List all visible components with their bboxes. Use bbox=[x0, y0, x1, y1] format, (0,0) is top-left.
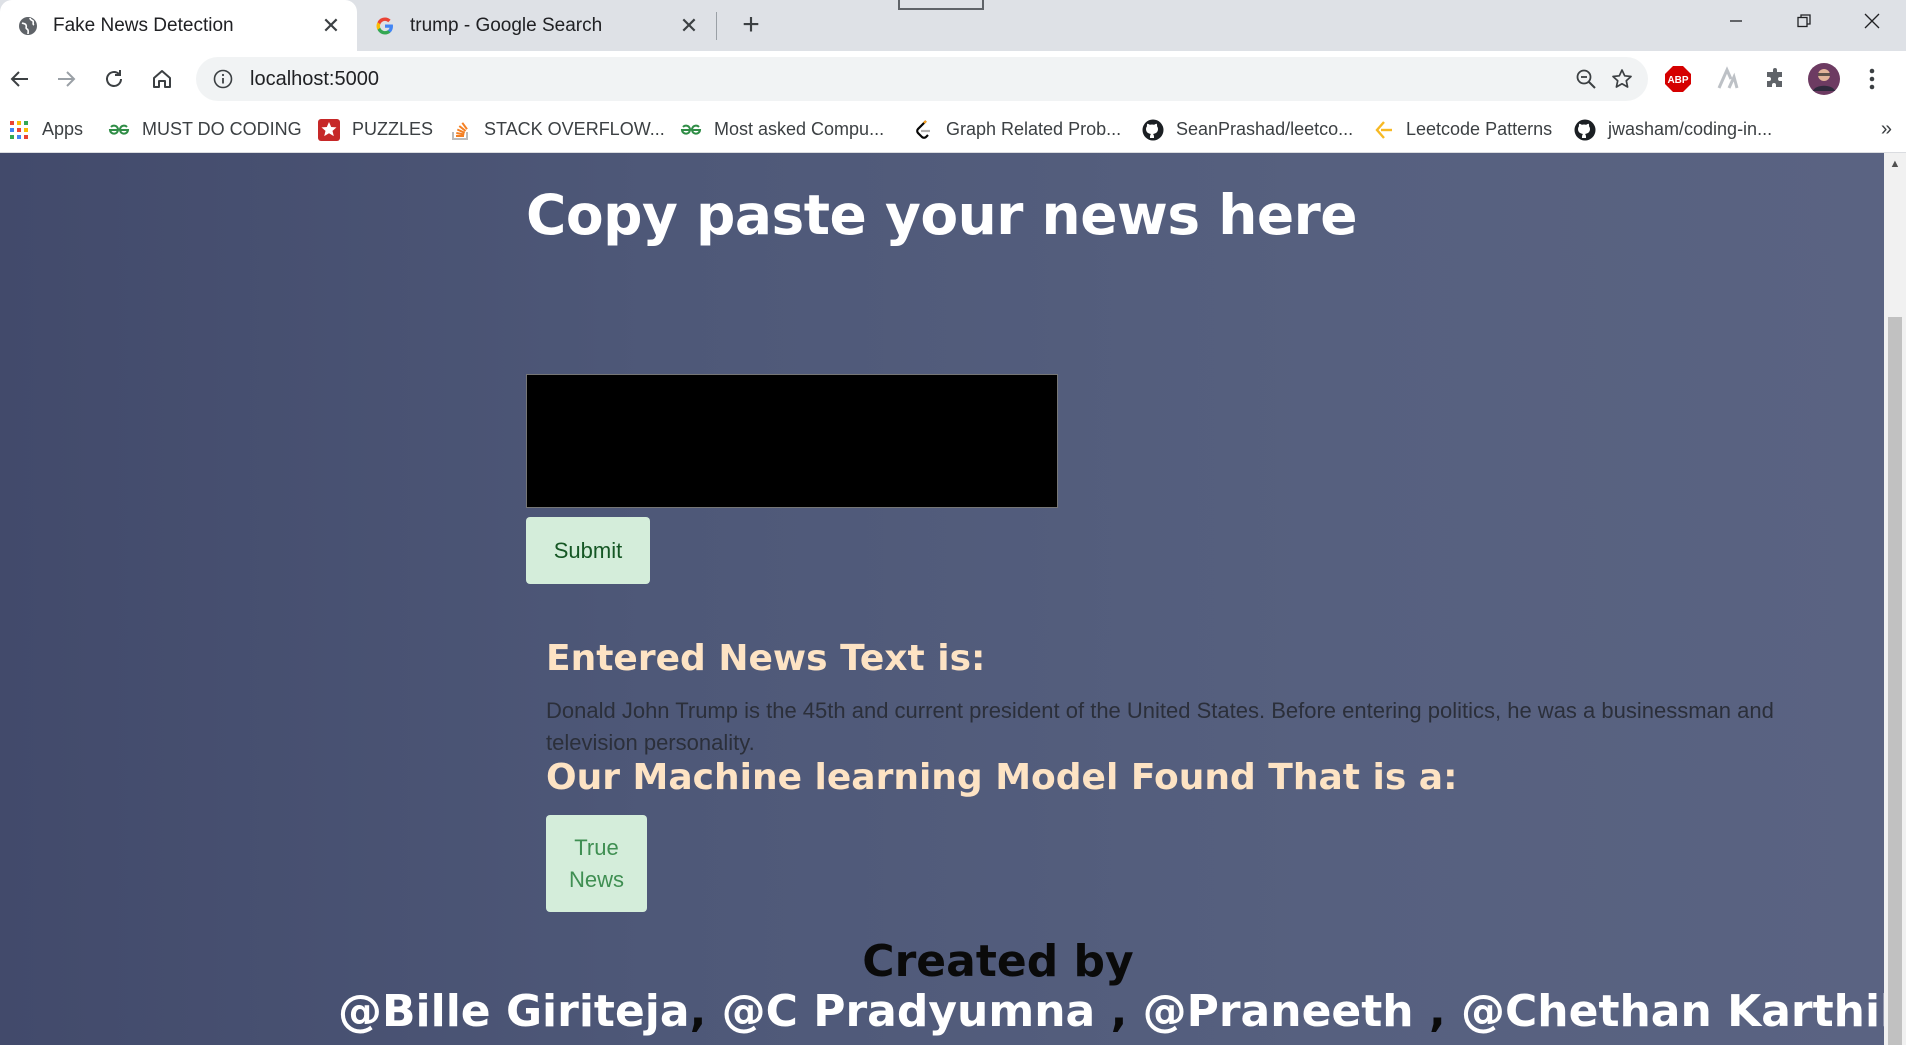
bookmark-label: STACK OVERFLOW... bbox=[484, 119, 665, 139]
bookmark-must-do-coding[interactable]: MUST DO CODING bbox=[108, 107, 302, 152]
tab-google-search[interactable]: trump - Google Search ✕ bbox=[357, 0, 715, 51]
tab-separator bbox=[716, 12, 717, 40]
tab-strip: Fake News Detection ✕ trump - Google Sea… bbox=[0, 0, 1906, 51]
home-button[interactable] bbox=[144, 61, 180, 97]
bookmark-seanprashad[interactable]: SeanPrashad/leetco... bbox=[1142, 107, 1353, 152]
tab-title: trump - Google Search bbox=[410, 14, 603, 36]
gfg-icon bbox=[108, 119, 130, 141]
tab-fake-news-detection[interactable]: Fake News Detection ✕ bbox=[0, 0, 357, 51]
apps-grid-icon bbox=[8, 119, 30, 141]
arrows-icon[interactable] bbox=[1710, 61, 1746, 97]
entered-news-heading: Entered News Text is: bbox=[546, 638, 986, 679]
browser-toolbar: localhost:5000 ABP bbox=[0, 51, 1906, 107]
bookmark-star-icon[interactable] bbox=[1604, 61, 1640, 97]
submit-button[interactable]: Submit bbox=[526, 517, 650, 584]
url-text[interactable]: localhost:5000 bbox=[250, 68, 1568, 91]
window-drag-handle[interactable] bbox=[898, 0, 984, 10]
bookmark-graph-related[interactable]: Graph Related Prob... bbox=[912, 107, 1121, 152]
page-scrollbar[interactable]: ▲ bbox=[1884, 153, 1906, 1045]
bookmark-stack-overflow[interactable]: STACK OVERFLOW... bbox=[450, 107, 665, 152]
bookmark-label: Graph Related Prob... bbox=[946, 119, 1122, 139]
stackoverflow-icon bbox=[450, 119, 472, 141]
bookmark-label: jwasham/coding-in... bbox=[1608, 119, 1773, 139]
site-info-icon[interactable] bbox=[212, 68, 234, 90]
author-name: @Bille Giriteja bbox=[338, 986, 690, 1037]
globe-icon bbox=[17, 15, 39, 37]
github-icon bbox=[1574, 119, 1596, 141]
bookmark-most-asked[interactable]: Most asked Compu... bbox=[680, 107, 884, 152]
bookmark-leetcode-patterns[interactable]: Leetcode Patterns bbox=[1372, 107, 1552, 152]
entered-news-text: Donald John Trump is the 45th and curren… bbox=[546, 698, 1774, 755]
bookmark-label: Apps bbox=[42, 119, 84, 139]
window-controls bbox=[1702, 0, 1906, 42]
leetcode-patterns-icon bbox=[1372, 119, 1394, 141]
bookmarks-bar: Apps MUST DO CODING PUZZLES STACK OVERFL… bbox=[0, 107, 1906, 153]
author-name: @C Pradyumna bbox=[721, 986, 1111, 1037]
back-button[interactable] bbox=[2, 61, 38, 97]
author-separator: , bbox=[689, 986, 722, 1037]
bookmark-jwasham[interactable]: jwasham/coding-in... bbox=[1574, 107, 1772, 152]
news-textarea[interactable] bbox=[526, 374, 1058, 508]
author-name: @Praneeth bbox=[1142, 986, 1429, 1037]
github-icon bbox=[1142, 119, 1164, 141]
address-bar[interactable]: localhost:5000 bbox=[196, 57, 1648, 101]
bookmark-apps[interactable]: Apps bbox=[8, 107, 83, 152]
puzzle-extension-icon[interactable] bbox=[1758, 61, 1794, 97]
adblock-icon[interactable]: ABP bbox=[1660, 61, 1696, 97]
close-window-button[interactable] bbox=[1838, 0, 1906, 42]
bookmark-label: PUZZLES bbox=[352, 119, 434, 139]
bookmark-label: Leetcode Patterns bbox=[1406, 119, 1553, 139]
bookmark-label: MUST DO CODING bbox=[142, 119, 302, 139]
scroll-up-arrow-icon[interactable]: ▲ bbox=[1884, 153, 1906, 175]
page-content: Copy paste your news here Submit Entered… bbox=[0, 153, 1884, 1045]
scrollbar-thumb[interactable] bbox=[1888, 317, 1902, 1045]
page-title: Copy paste your news here bbox=[526, 183, 1358, 247]
model-result-heading: Our Machine learning Model Found That is… bbox=[546, 757, 1458, 798]
profile-avatar[interactable] bbox=[1806, 61, 1842, 97]
author-separator: , bbox=[1110, 986, 1143, 1037]
zoom-icon[interactable] bbox=[1568, 61, 1604, 97]
puzzle-star-icon bbox=[318, 118, 340, 141]
bookmark-puzzles[interactable]: PUZZLES bbox=[318, 107, 433, 152]
more-bookmarks-button[interactable]: » bbox=[1881, 107, 1892, 152]
close-tab-icon[interactable]: ✕ bbox=[319, 13, 343, 38]
bookmark-label: Most asked Compu... bbox=[714, 119, 885, 139]
result-badge: True News bbox=[546, 815, 647, 912]
author-name: @Chethan Karthikeya bbox=[1460, 986, 1884, 1037]
bookmark-label: SeanPrashad/leetco... bbox=[1176, 119, 1354, 139]
restore-button[interactable] bbox=[1770, 0, 1838, 42]
minimize-button[interactable] bbox=[1702, 0, 1770, 42]
menu-kebab-icon[interactable] bbox=[1854, 61, 1890, 97]
svg-text:ABP: ABP bbox=[1667, 75, 1688, 86]
author-separator: , bbox=[1428, 986, 1461, 1037]
forward-button[interactable] bbox=[48, 61, 84, 97]
google-icon bbox=[374, 15, 396, 37]
reload-button[interactable] bbox=[96, 61, 132, 97]
leetcode-icon bbox=[912, 119, 934, 141]
tab-title: Fake News Detection bbox=[53, 14, 234, 36]
created-by-label: Created by bbox=[862, 936, 1134, 987]
authors-line: @Bille Giriteja, @C Pradyumna , @Praneet… bbox=[338, 986, 1884, 1037]
close-tab-icon[interactable]: ✕ bbox=[677, 13, 701, 38]
gfg-icon bbox=[680, 119, 702, 141]
new-tab-button[interactable]: + bbox=[736, 8, 766, 41]
